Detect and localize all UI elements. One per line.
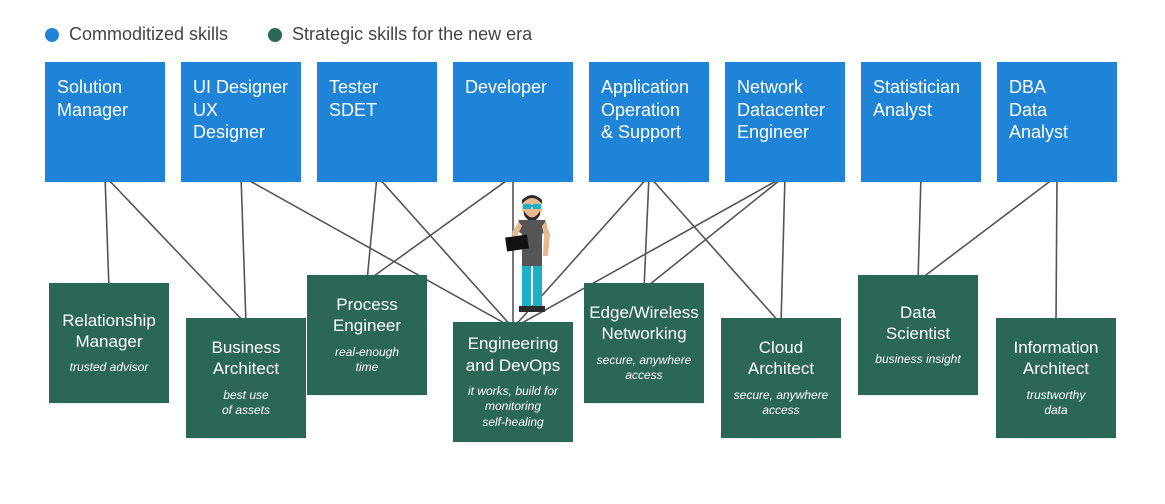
blue-title: Developer — [465, 76, 547, 99]
blue-box-b6: NetworkDatacenterEngineer — [725, 62, 845, 182]
green-title: Engineeringand DevOps — [466, 333, 561, 376]
blue-title: DBAData Analyst — [1009, 76, 1105, 144]
blue-box-b2: UI DesignerUX Designer — [181, 62, 301, 182]
green-box-g8: InformationArchitect trustworthydata — [996, 318, 1116, 438]
green-box-g7: DataScientist business insight — [858, 275, 978, 395]
blue-box-b3: TesterSDET — [317, 62, 437, 182]
blue-title: ApplicationOperation& Support — [601, 76, 689, 144]
blue-title: SolutionManager — [57, 76, 128, 121]
green-title: Edge/WirelessNetworking — [589, 302, 699, 345]
legend-item-commoditized: Commoditized skills — [45, 24, 228, 45]
blue-title: UI DesignerUX Designer — [193, 76, 289, 144]
green-caption: it works, build formonitoringself-healin… — [468, 384, 558, 431]
green-title: ProcessEngineer — [333, 294, 401, 337]
blue-box-b4: Developer — [453, 62, 573, 182]
green-box-g4: Engineeringand DevOps it works, build for… — [453, 322, 573, 442]
legend-dot-blue — [45, 28, 59, 42]
developer-person-icon — [502, 194, 562, 324]
green-caption: business insight — [875, 352, 960, 368]
green-caption: trustworthydata — [1027, 388, 1086, 419]
green-title: InformationArchitect — [1013, 337, 1098, 380]
blue-box-b5: ApplicationOperation& Support — [589, 62, 709, 182]
green-title: CloudArchitect — [748, 337, 814, 380]
green-caption: secure, anywhereaccess — [597, 353, 692, 384]
blue-title: StatisticianAnalyst — [873, 76, 960, 121]
connection-lines-layer — [0, 0, 1165, 504]
green-caption: secure, anywhereaccess — [734, 388, 829, 419]
blue-title: TesterSDET — [329, 76, 378, 121]
blue-box-b8: DBAData Analyst — [997, 62, 1117, 182]
legend-item-strategic: Strategic skills for the new era — [268, 24, 532, 45]
blue-box-b1: SolutionManager — [45, 62, 165, 182]
green-caption: real-enoughtime — [335, 345, 399, 376]
legend-label-strategic: Strategic skills for the new era — [292, 24, 532, 45]
green-caption: trusted advisor — [70, 360, 149, 376]
legend: Commoditized skills Strategic skills for… — [45, 24, 532, 45]
green-box-g6: CloudArchitect secure, anywhereaccess — [721, 318, 841, 438]
green-box-g2: BusinessArchitect best useof assets — [186, 318, 306, 438]
green-title: RelationshipManager — [62, 310, 156, 353]
green-box-g1: RelationshipManager trusted advisor — [49, 283, 169, 403]
green-caption: best useof assets — [222, 388, 270, 419]
green-title: BusinessArchitect — [212, 337, 281, 380]
green-box-g3: ProcessEngineer real-enoughtime — [307, 275, 427, 395]
blue-box-b7: StatisticianAnalyst — [861, 62, 981, 182]
blue-title: NetworkDatacenterEngineer — [737, 76, 825, 144]
legend-dot-green — [268, 28, 282, 42]
legend-label-commoditized: Commoditized skills — [69, 24, 228, 45]
green-title: DataScientist — [886, 302, 950, 345]
green-box-g5: Edge/WirelessNetworking secure, anywherea… — [584, 283, 704, 403]
